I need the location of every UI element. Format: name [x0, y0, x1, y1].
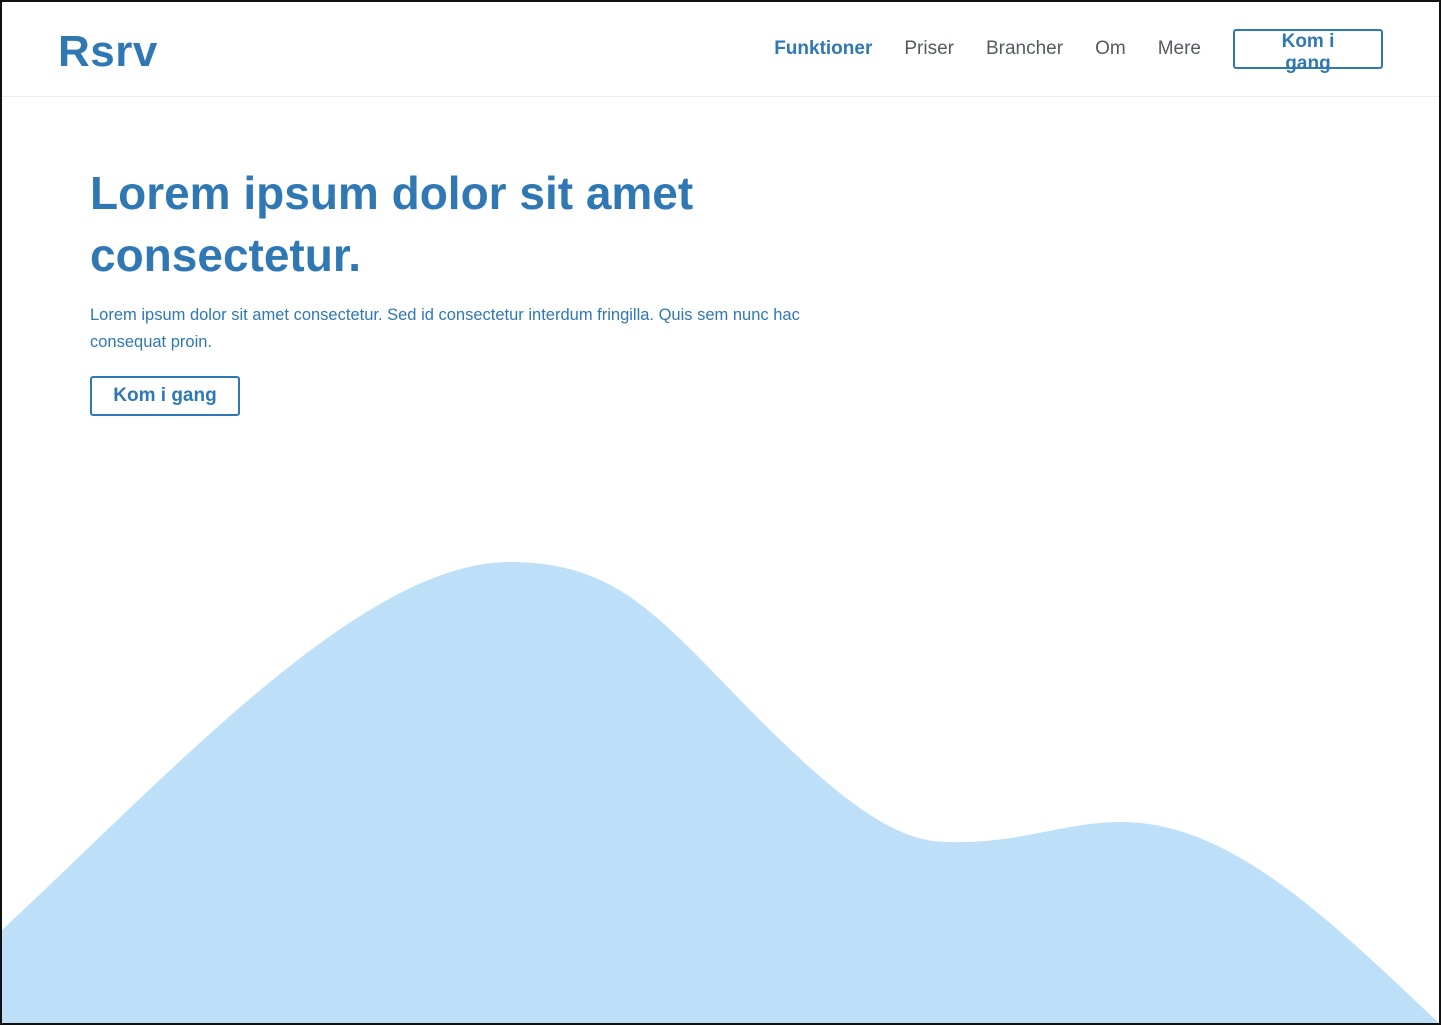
- nav-item-mere[interactable]: Mere: [1158, 38, 1201, 60]
- hero-description: Lorem ipsum dolor sit amet consectetur. …: [90, 306, 800, 351]
- hero-get-started-button[interactable]: Kom i gang: [90, 376, 240, 416]
- nav-item-brancher[interactable]: Brancher: [986, 38, 1063, 60]
- nav-item-priser[interactable]: Priser: [904, 38, 954, 60]
- page-frame: Rsrv Funktioner Priser Brancher Om Mere …: [0, 0, 1441, 1025]
- nav-item-funktioner[interactable]: Funktioner: [774, 38, 872, 60]
- hero-section: Lorem ipsum dolor sit amet consectetur. …: [90, 162, 850, 416]
- nav-item-om[interactable]: Om: [1095, 38, 1126, 60]
- hero-title: Lorem ipsum dolor sit amet consectetur.: [90, 167, 694, 281]
- header-get-started-button[interactable]: Kom i gang: [1233, 29, 1383, 74]
- site-header: Rsrv Funktioner Priser Brancher Om Mere …: [2, 2, 1439, 97]
- wave-shape: [2, 562, 1439, 1023]
- brand-logo[interactable]: Rsrv: [58, 26, 158, 78]
- main-nav: Funktioner Priser Brancher Om Mere Kom i…: [774, 28, 1383, 74]
- hero-wave-illustration: [2, 562, 1439, 1023]
